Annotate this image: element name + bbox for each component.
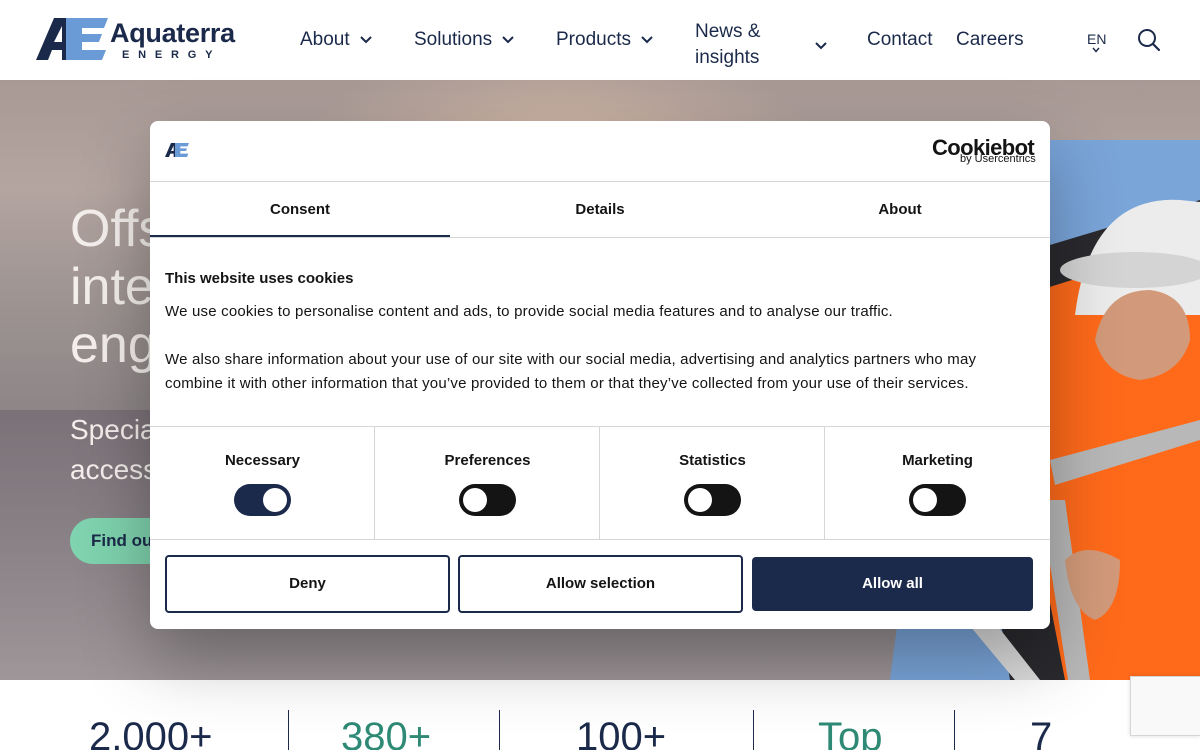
allow-selection-button[interactable]: Allow selection [458, 555, 743, 613]
nav-news-label-line1: News & [695, 21, 761, 42]
stat-value: 2,000+ [89, 715, 213, 750]
necessary-toggle[interactable] [234, 484, 291, 516]
ae-logo-mark-icon [36, 18, 108, 60]
nav-news-insights[interactable]: News & insights [695, 0, 760, 80]
nav-solutions-label: Solutions [414, 29, 493, 50]
tab-details[interactable]: Details [450, 182, 750, 237]
stat-divider [753, 710, 754, 750]
tab-about[interactable]: About [750, 182, 1050, 237]
chevron-down-icon[interactable] [1092, 47, 1100, 53]
cookie-heading: This website uses cookies [165, 270, 354, 287]
category-necessary: Necessary [150, 427, 375, 539]
nav-contact[interactable]: Contact [867, 0, 932, 80]
divider [150, 237, 1050, 238]
preferences-toggle[interactable] [459, 484, 516, 516]
toggle-knob [913, 488, 937, 512]
nav-products-label: Products [556, 29, 631, 50]
deny-button[interactable]: Deny [165, 555, 450, 613]
chevron-down-icon [359, 36, 372, 44]
aquaterra-logo[interactable]: Aquaterra ENERGY [36, 18, 236, 62]
category-statistics: Statistics [600, 427, 825, 539]
stat-value: 100+ [576, 715, 667, 750]
nav-about[interactable]: About [300, 0, 372, 80]
stat-divider [288, 710, 289, 750]
logo-name: Aquaterra [110, 18, 235, 48]
category-label: Preferences [444, 452, 531, 469]
nav-news-label-line2: insights [695, 47, 760, 68]
nav-careers-label: Careers [956, 29, 1024, 50]
cookie-description: We also share information about your use… [165, 351, 977, 392]
cookie-consent-dialog: Cookiebot by Usercentrics Consent Detail… [150, 121, 1050, 629]
cookiebot-byline: by Usercentrics [960, 153, 1036, 165]
category-marketing: Marketing [825, 427, 1050, 539]
nav-careers[interactable]: Careers [956, 0, 1024, 80]
category-label: Marketing [902, 452, 973, 469]
allow-all-button[interactable]: Allow all [752, 557, 1033, 611]
category-label: Statistics [679, 452, 746, 469]
marketing-toggle[interactable] [909, 484, 966, 516]
recaptcha-badge[interactable] [1130, 676, 1200, 736]
divider [150, 539, 1050, 540]
statistics-toggle[interactable] [684, 484, 741, 516]
nav-solutions[interactable]: Solutions [414, 0, 514, 80]
tab-consent[interactable]: Consent [150, 182, 450, 237]
stats-strip: 2,000+ 380+ 100+ Top 7 [0, 680, 1200, 750]
stat-divider [499, 710, 500, 750]
toggle-knob [263, 488, 287, 512]
search-icon[interactable] [1137, 28, 1161, 52]
site-header: Aquaterra ENERGY About Solutions Product… [0, 0, 1200, 80]
language-selector[interactable]: EN [1087, 31, 1106, 47]
nav-about-label: About [300, 29, 350, 50]
nav-contact-label: Contact [867, 29, 933, 50]
category-label: Necessary [224, 452, 301, 469]
nav-products[interactable]: Products [556, 0, 653, 80]
category-preferences: Preferences [375, 427, 600, 539]
toggle-knob [688, 488, 712, 512]
ae-logo-mark-icon [165, 143, 189, 157]
cookie-description: We use cookies to personalise content an… [165, 303, 893, 320]
chevron-down-icon [641, 36, 653, 44]
stat-value: Top [818, 715, 883, 750]
toggle-knob [463, 488, 487, 512]
chevron-down-icon [502, 36, 514, 44]
stat-divider [954, 710, 955, 750]
stat-value: 380+ [341, 715, 432, 750]
logo-subtitle: ENERGY [122, 49, 222, 61]
stat-value: 7 [1030, 715, 1053, 750]
chevron-down-icon[interactable] [815, 42, 827, 50]
